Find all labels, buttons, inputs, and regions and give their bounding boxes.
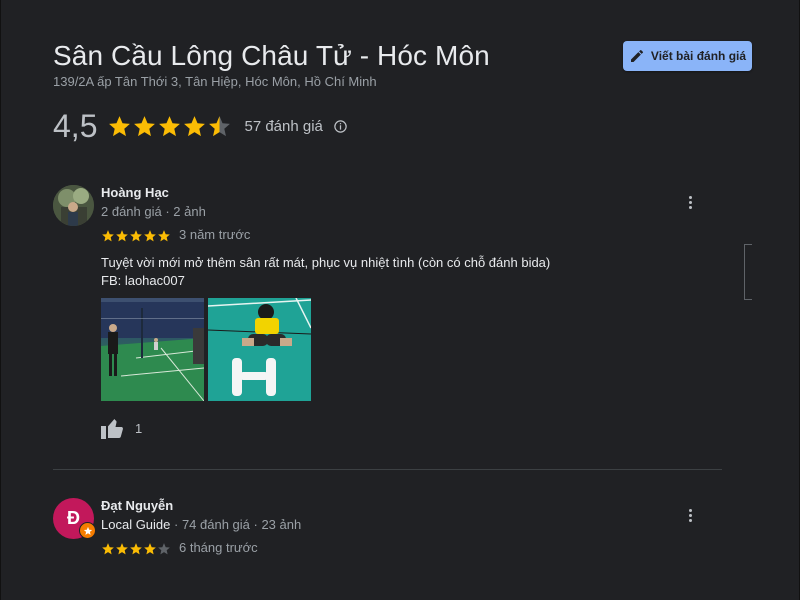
write-review-button[interactable]: Viết bài đánh giá (623, 41, 752, 71)
reviewer-name[interactable]: Hoàng Hạc (101, 185, 169, 200)
review-text: Tuyệt vời mới mở thêm sân rất mát, phục … (101, 254, 550, 290)
more-vert-icon[interactable] (683, 504, 697, 526)
star-icon (159, 115, 181, 136)
review-photo[interactable] (208, 298, 311, 401)
avatar-letter: Đ (67, 508, 80, 528)
local-guide-badge-icon (79, 522, 96, 539)
thumbs-up-icon (101, 419, 123, 439)
like-count: 1 (135, 420, 143, 436)
reviewer-meta: Local Guide · 74 đánh giá · 23 ảnh (101, 517, 301, 532)
star-icon (116, 543, 128, 555)
review-item: Hoàng Hạc 2 đánh giá · 2 ảnh 3 năm trước… (53, 185, 713, 445)
place-title: Sân Cầu Lông Châu Tử - Hóc Môn (53, 40, 490, 71)
star-icon (109, 115, 131, 136)
review-stars (101, 229, 171, 243)
star-icon (130, 230, 142, 242)
avatar[interactable]: Đ (53, 498, 96, 539)
review-text-line: Tuyệt vời mới mở thêm sân rất mát, phục … (101, 255, 551, 270)
review-item: Đ Đạt Nguyễn Local Guide · 74 đánh giá ·… (53, 498, 713, 598)
review-divider (53, 469, 722, 470)
reviewer-meta-counts: · 74 đánh giá · 23 ảnh (170, 517, 302, 532)
star-icon (130, 543, 142, 555)
star-icon (134, 115, 156, 136)
review-text-line: FB: laohac007 (101, 273, 185, 288)
rating-score: 4,5 (53, 107, 98, 144)
rating-summary: 4,5 57 đánh giá (53, 106, 348, 146)
review-stars (101, 542, 171, 556)
write-review-label: Viết bài đánh giá (650, 49, 747, 63)
review-count[interactable]: 57 đánh giá (244, 118, 322, 135)
reviewer-name[interactable]: Đạt Nguyễn (101, 498, 173, 513)
rating-stars (107, 114, 232, 139)
pencil-icon (630, 49, 643, 62)
star-icon (158, 543, 170, 555)
info-icon[interactable] (333, 119, 348, 134)
star-icon (184, 115, 206, 136)
scrollbar[interactable] (744, 244, 752, 300)
place-address: 139/2A ấp Tân Thới 3, Tân Hiệp, Hóc Môn,… (53, 74, 377, 89)
review-time: 3 năm trước (179, 227, 251, 242)
star-icon (116, 230, 128, 242)
star-icon (144, 543, 156, 555)
star-icon (102, 230, 114, 242)
star-icon (102, 543, 114, 555)
reviewer-meta: 2 đánh giá · 2 ảnh (101, 204, 206, 219)
star-icon (209, 115, 231, 136)
avatar[interactable] (53, 185, 94, 226)
review-time: 6 tháng trước (179, 540, 258, 555)
review-photos (101, 298, 311, 401)
star-icon (158, 230, 170, 242)
reviews-panel: Sân Cầu Lông Châu Tử - Hóc Môn 139/2A ấp… (0, 0, 800, 600)
review-photo[interactable] (101, 298, 204, 401)
star-icon (144, 230, 156, 242)
like-button[interactable]: 1 (101, 417, 142, 439)
local-guide-label: Local Guide (101, 517, 171, 532)
more-vert-icon[interactable] (683, 191, 697, 213)
